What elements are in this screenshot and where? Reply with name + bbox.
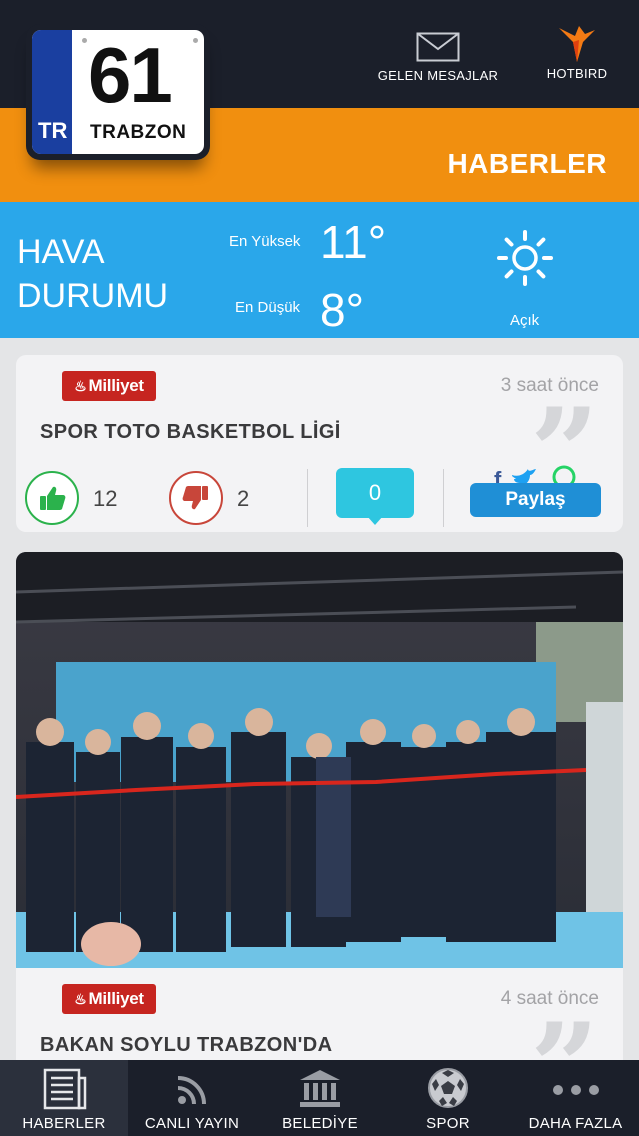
source-logo: ♨ Milliyet [62, 984, 156, 1014]
news-headline[interactable]: SPOR TOTO BASKETBOL LİGİ [40, 421, 341, 444]
municipality-icon [300, 1070, 340, 1107]
newspaper-icon [43, 1068, 87, 1110]
news-photo[interactable] [16, 552, 623, 968]
comment-count: 0 [368, 480, 382, 505]
tab-haberler[interactable]: HABERLER [0, 1060, 128, 1136]
thumbs-down-icon [182, 486, 208, 510]
broadcast-icon [177, 1076, 206, 1105]
dislike-button[interactable] [169, 471, 223, 525]
tab-label: SPOR [426, 1115, 470, 1132]
news-headline[interactable]: BAKAN SOYLU TRABZON'DA [40, 1034, 332, 1057]
tab-label: DAHA FAZLA [528, 1115, 623, 1132]
plate-rivet [193, 38, 198, 43]
hotbird-button[interactable]: HOTBIRD [538, 26, 616, 81]
dislike-count: 2 [237, 486, 250, 511]
flame-icon: ♨ [74, 377, 87, 394]
tab-label: CANLI YAYIN [144, 1115, 240, 1132]
hotbird-label: HOTBIRD [546, 66, 608, 81]
section-title: HABERLER [447, 148, 607, 179]
like-button[interactable] [25, 471, 79, 525]
news-card[interactable]: ♨ Milliyet 4 saat önce ” BAKAN SOYLU TRA… [16, 552, 623, 1072]
tab-spor[interactable]: SPOR [384, 1060, 512, 1136]
soccer-ball-icon [428, 1068, 468, 1108]
high-temp-value: 11° [320, 216, 387, 268]
plate-rivet [82, 38, 87, 43]
tab-label: BELEDİYE [282, 1115, 358, 1132]
divider [307, 469, 308, 527]
tab-canli-yayin[interactable]: CANLI YAYIN [128, 1060, 256, 1136]
tab-label: HABERLER [22, 1115, 106, 1132]
divider [443, 469, 444, 527]
source-name: Milliyet [88, 376, 145, 395]
source-name: Milliyet [88, 989, 145, 1008]
envelope-icon [416, 32, 460, 62]
thumbs-up-icon [40, 486, 66, 510]
tab-belediye[interactable]: BELEDİYE [256, 1060, 384, 1136]
weather-title-line2: DURUMU [17, 277, 169, 315]
sun-icon [497, 230, 553, 286]
like-count: 12 [93, 486, 118, 511]
share-button[interactable]: Paylaş [470, 483, 601, 517]
high-temp-label: En Yüksek [229, 233, 301, 250]
weather-panel: HAVA DURUMU En Yüksek 11° En Düşük 8° Aç… [0, 202, 639, 338]
comment-bubble-tail [367, 516, 383, 525]
news-card[interactable]: ♨ Milliyet 3 saat önce ” SPOR TOTO BASKE… [16, 355, 623, 532]
flame-icon: ♨ [74, 990, 87, 1007]
low-temp-value: 8° [320, 284, 364, 336]
weather-title: HAVA DURUMU [17, 230, 168, 318]
bottom-tab-bar: HABERLER CANLI YAYIN BELEDİYE SPOR DAHA … [0, 1060, 639, 1136]
messages-button[interactable]: GELEN MESAJLAR [372, 28, 504, 83]
hotbird-logo-icon [559, 26, 595, 62]
more-icon [552, 1085, 599, 1095]
plate-country-code: TR [38, 118, 68, 143]
city-plate-logo[interactable]: TR 61 TRABZON [26, 24, 210, 160]
weather-title-line1: HAVA [17, 233, 105, 271]
tab-daha-fazla[interactable]: DAHA FAZLA [512, 1060, 639, 1136]
plate-city-name: TRABZON [90, 122, 187, 143]
messages-label: GELEN MESAJLAR [377, 68, 499, 83]
weather-condition: Açık [510, 312, 540, 329]
source-logo: ♨ Milliyet [62, 371, 156, 401]
comment-button[interactable]: 0 [336, 468, 414, 518]
plate-number: 61 [88, 31, 173, 119]
low-temp-label: En Düşük [235, 299, 301, 316]
